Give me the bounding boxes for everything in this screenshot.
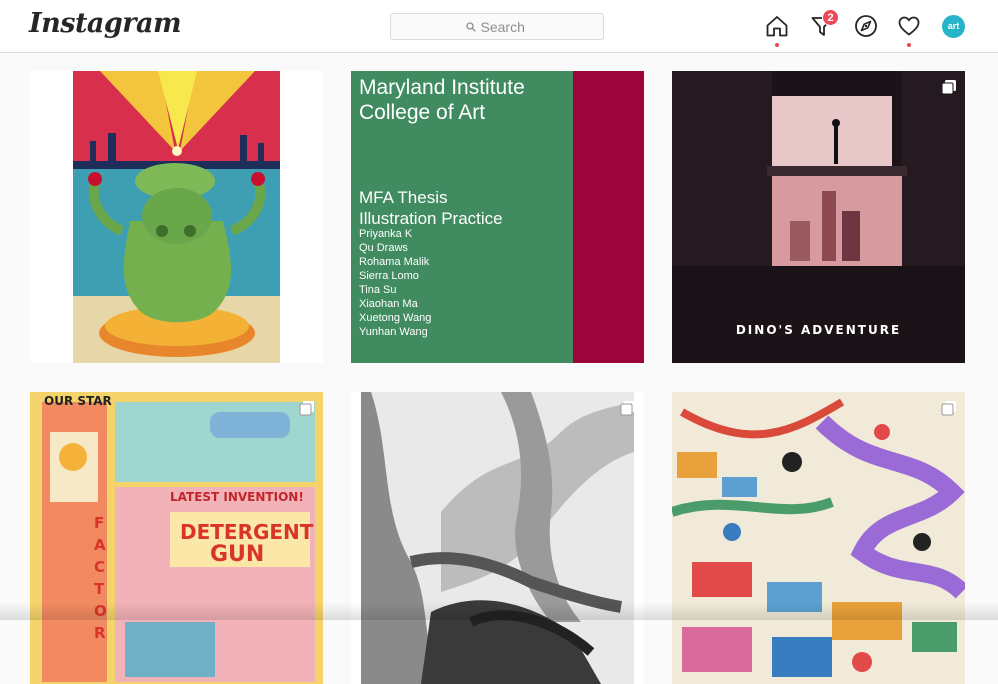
artist-name: Xuetong Wang [359,312,432,324]
comic-text-latest-invention: LATEST INVENTION! [170,490,304,504]
multiple-photos-icon [620,401,635,416]
artist-name: Rohama Malik [359,256,430,268]
mica-school-name: Maryland Institute College of Art [359,75,525,125]
crimson-panel [573,71,644,363]
grayscale-tree-image [361,392,634,684]
school-line-1: Maryland Institute [359,76,525,99]
comic-text-our-star: OUR STAR [44,394,112,408]
search-input[interactable] [480,18,529,35]
artist-name: Xiaohan Ma [359,298,418,310]
top-navigation-bar: Instagram 2 art [0,0,998,53]
home-button[interactable] [765,14,789,47]
dinos-adventure-image [672,71,965,316]
activity-dot [907,43,911,47]
search-box[interactable] [390,13,604,40]
goddess-illustration-image [73,71,280,363]
multiple-photos-icon [941,401,956,416]
artist-name: Tina Su [359,284,397,296]
direct-messages-button[interactable]: 2 [810,9,839,38]
comic-text-detergent: DETERGENT [180,520,314,544]
avatar-label: art [947,21,960,31]
activity-feed-button[interactable] [897,14,921,47]
post-tile[interactable] [30,71,323,363]
heart-icon [898,16,920,36]
explore-button[interactable] [854,14,878,38]
post-tile[interactable] [672,392,965,684]
crowded-market-image [672,392,965,684]
artist-name: Sierra Lomo [359,270,419,282]
post-tile[interactable]: Maryland Institute College of Art MFA Th… [351,71,644,363]
mica-thesis-title: MFA Thesis Illustration Practice [359,187,503,229]
home-activity-dot [775,43,779,47]
artist-name: Priyanka K [359,228,413,240]
compass-icon [855,15,877,37]
direct-unread-badge: 2 [822,9,839,26]
thesis-line-2: Illustration Practice [359,209,503,228]
thesis-line-1: MFA Thesis [359,188,448,207]
post-tile[interactable]: OUR STAR LATEST INVENTION! DETERGENT GUN… [30,392,323,684]
post-tile[interactable]: DINO'S ADVENTURE [672,71,965,363]
post-tile[interactable] [351,392,644,684]
home-icon [766,16,788,37]
profile-avatar[interactable]: art [942,15,965,38]
multiple-photos-icon [299,401,314,416]
instagram-logo[interactable]: Instagram [29,8,182,39]
artist-name: Yunhan Wang [359,326,428,338]
artist-name: Qu Draws [359,242,408,254]
search-icon [465,21,476,32]
comic-text-factor: FACTOR [94,514,107,642]
artist-names-list: Priyanka K Qu Draws Rohama Malik Sierra … [359,227,431,339]
school-line-2: College of Art [359,101,486,124]
comic-text-gun: GUN [210,542,265,567]
dino-title-text: DINO'S ADVENTURE [735,323,902,337]
multiple-photos-icon [941,80,956,95]
